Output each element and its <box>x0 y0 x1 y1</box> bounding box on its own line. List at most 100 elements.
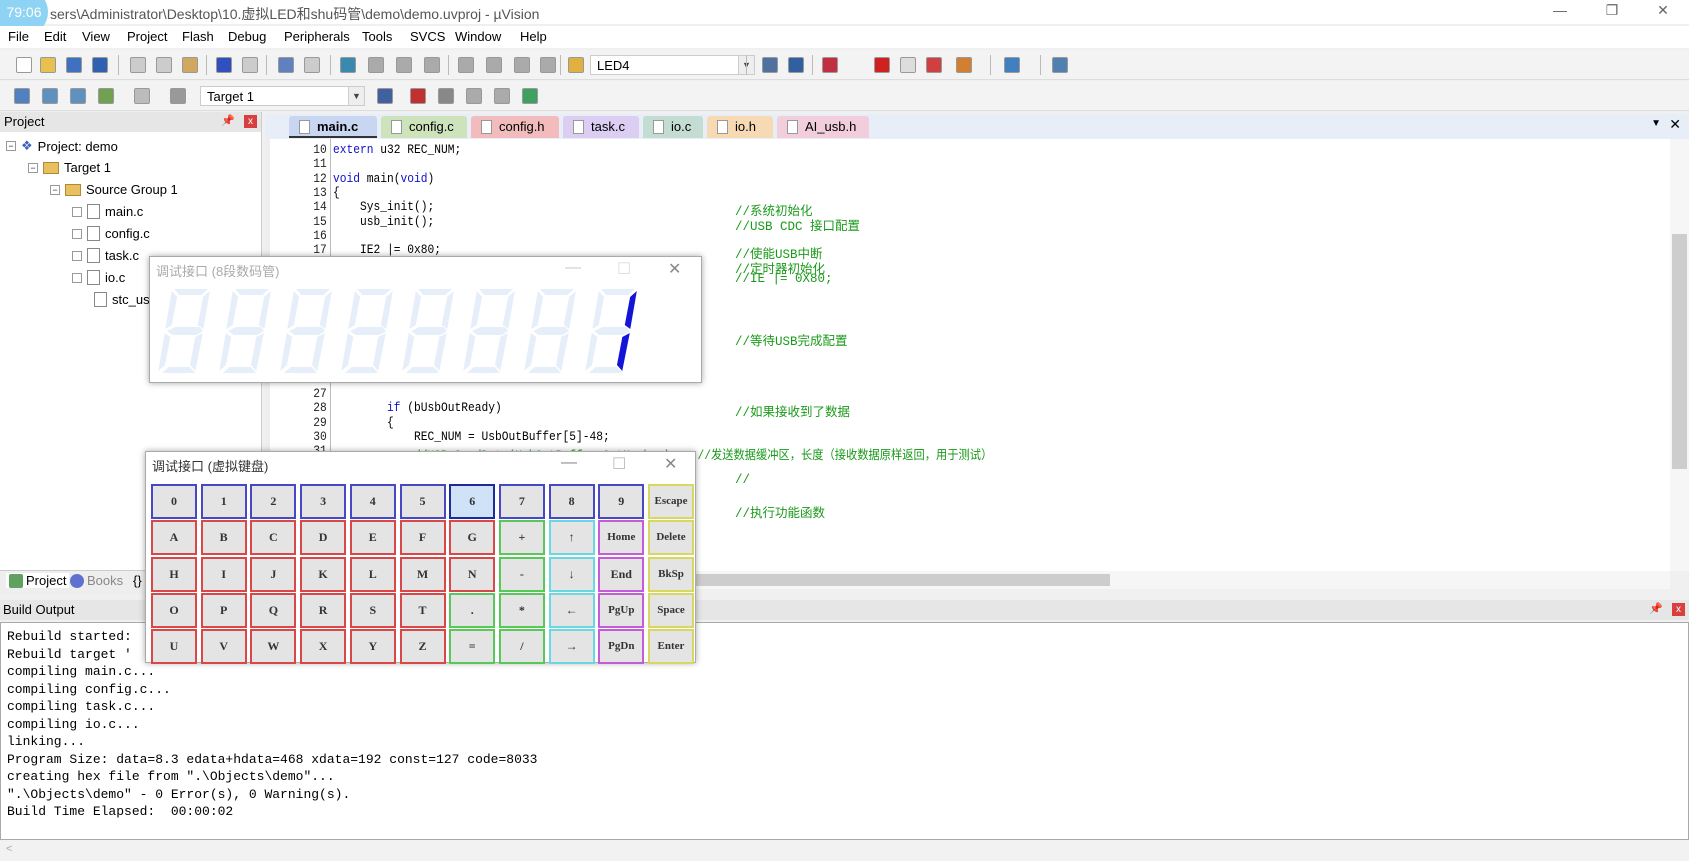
tree-source-group[interactable]: − Source Group 1 <box>50 182 178 197</box>
cut-icon[interactable] <box>130 57 146 73</box>
key-D[interactable]: D <box>300 520 347 556</box>
browse-icon[interactable] <box>762 57 778 73</box>
key-Z[interactable]: Z <box>399 629 446 665</box>
find-in-files-icon[interactable] <box>568 57 584 73</box>
key-L[interactable]: L <box>349 556 396 592</box>
key-N[interactable]: N <box>449 556 496 592</box>
configure-icon[interactable] <box>788 57 804 73</box>
expand-icon[interactable] <box>72 228 82 239</box>
key-V[interactable]: V <box>200 629 247 665</box>
debug-icon[interactable] <box>956 57 972 73</box>
key-F[interactable]: F <box>399 520 446 556</box>
batch-build-icon[interactable] <box>98 88 114 104</box>
manage-components-icon[interactable] <box>410 88 426 104</box>
kill-breakpoints-icon[interactable] <box>926 57 942 73</box>
key-S[interactable]: S <box>349 592 396 628</box>
tree-file[interactable]: config.c <box>72 226 150 241</box>
project-tab-1[interactable]: Books <box>70 573 123 588</box>
key-P[interactable]: P <box>200 592 247 628</box>
uncomment-icon[interactable] <box>540 57 556 73</box>
build-icon[interactable] <box>42 88 58 104</box>
download-icon[interactable] <box>170 88 186 104</box>
key-→[interactable]: → <box>548 629 595 665</box>
target-combo[interactable]: LED4▼ <box>590 55 755 75</box>
navigate-forward-icon[interactable] <box>304 57 320 73</box>
collapse-icon[interactable]: − <box>28 162 38 173</box>
key-M[interactable]: M <box>399 556 446 592</box>
key-K[interactable]: K <box>300 556 347 592</box>
tab-main.c[interactable]: main.c <box>289 116 377 138</box>
stop-build-icon[interactable] <box>134 88 150 104</box>
redo-icon[interactable] <box>242 57 258 73</box>
key-End[interactable]: End <box>598 556 645 592</box>
paste-icon[interactable] <box>182 57 198 73</box>
tree-project-root[interactable]: − ❖ Project: demo <box>6 138 118 154</box>
window-layout-icon[interactable] <box>1004 57 1020 73</box>
scroll-thumb[interactable] <box>1672 234 1687 469</box>
menu-view[interactable]: View <box>82 29 110 44</box>
key-2[interactable]: 2 <box>250 484 297 519</box>
breakpoint-disable-icon[interactable] <box>900 57 916 73</box>
save-all-icon[interactable] <box>92 57 108 73</box>
key-Escape[interactable]: Escape <box>648 484 694 519</box>
next-bookmark-icon[interactable] <box>396 57 412 73</box>
translate-icon[interactable] <box>14 88 30 104</box>
menu-debug[interactable]: Debug <box>228 29 266 44</box>
scroll-thumb[interactable] <box>685 574 1110 586</box>
select-device-icon[interactable] <box>466 88 482 104</box>
indent-icon[interactable] <box>458 57 474 73</box>
tab-task.c[interactable]: task.c <box>563 116 639 138</box>
tree-file[interactable]: main.c <box>72 204 143 219</box>
close-tab-icon[interactable]: ✕ <box>1669 116 1681 133</box>
key-5[interactable]: 5 <box>399 484 446 519</box>
key-3[interactable]: 3 <box>300 484 347 519</box>
key-PgDn[interactable]: PgDn <box>598 629 645 665</box>
rebuild-icon[interactable] <box>70 88 86 104</box>
collapse-icon[interactable]: − <box>50 184 60 195</box>
key-O[interactable]: O <box>151 592 197 628</box>
bookmark-icon[interactable] <box>340 57 356 73</box>
key-A[interactable]: A <box>151 520 197 556</box>
key-Delete[interactable]: Delete <box>648 520 694 556</box>
key-↓[interactable]: ↓ <box>548 556 595 592</box>
key-0[interactable]: 0 <box>151 484 197 519</box>
key-/[interactable]: / <box>498 629 545 665</box>
tab-config.c[interactable]: config.c <box>381 116 467 138</box>
open-file-icon[interactable] <box>40 57 56 73</box>
expand-icon[interactable] <box>72 250 82 261</box>
tab-config.h[interactable]: config.h <box>471 116 559 138</box>
collapse-icon[interactable]: − <box>6 141 16 151</box>
minimize-button[interactable]: — <box>561 454 577 472</box>
pack-installer-icon[interactable] <box>494 88 510 104</box>
key-Space[interactable]: Space <box>648 592 694 628</box>
breakpoint-icon[interactable] <box>874 57 890 73</box>
key-BkSp[interactable]: BkSp <box>648 556 694 592</box>
key-+[interactable]: + <box>498 520 545 556</box>
key-B[interactable]: B <box>200 520 247 556</box>
tab-io.c[interactable]: io.c <box>643 116 703 138</box>
save-icon[interactable] <box>66 57 82 73</box>
key-8[interactable]: 8 <box>548 484 595 519</box>
key-←[interactable]: ← <box>548 592 595 628</box>
settings-wrench-icon[interactable] <box>1052 57 1068 73</box>
key-.[interactable]: . <box>449 592 496 628</box>
key-Q[interactable]: Q <box>250 592 297 628</box>
build-hscrollbar[interactable]: < <box>0 840 1689 861</box>
key-X[interactable]: X <box>300 629 347 665</box>
project-tab-0[interactable]: Project <box>6 573 70 588</box>
expand-icon[interactable] <box>72 206 82 217</box>
tree-file[interactable]: io.c <box>72 270 125 285</box>
clear-bookmarks-icon[interactable] <box>424 57 440 73</box>
prev-bookmark-icon[interactable] <box>368 57 384 73</box>
maximize-button[interactable]: ☐ <box>617 259 631 279</box>
menu-window[interactable]: Window <box>455 29 501 44</box>
pin-icon[interactable]: 📌 <box>221 114 235 127</box>
target-select[interactable]: Target 1 ▼ <box>200 86 365 106</box>
key-PgUp[interactable]: PgUp <box>598 592 645 628</box>
tab-AI_usb.h[interactable]: AI_usb.h <box>777 116 869 138</box>
tree-target[interactable]: − Target 1 <box>28 160 111 175</box>
tab-io.h[interactable]: io.h <box>707 116 773 138</box>
pin-icon[interactable]: 📌 <box>1649 602 1663 615</box>
key-1[interactable]: 1 <box>200 484 247 519</box>
key-E[interactable]: E <box>349 520 396 556</box>
